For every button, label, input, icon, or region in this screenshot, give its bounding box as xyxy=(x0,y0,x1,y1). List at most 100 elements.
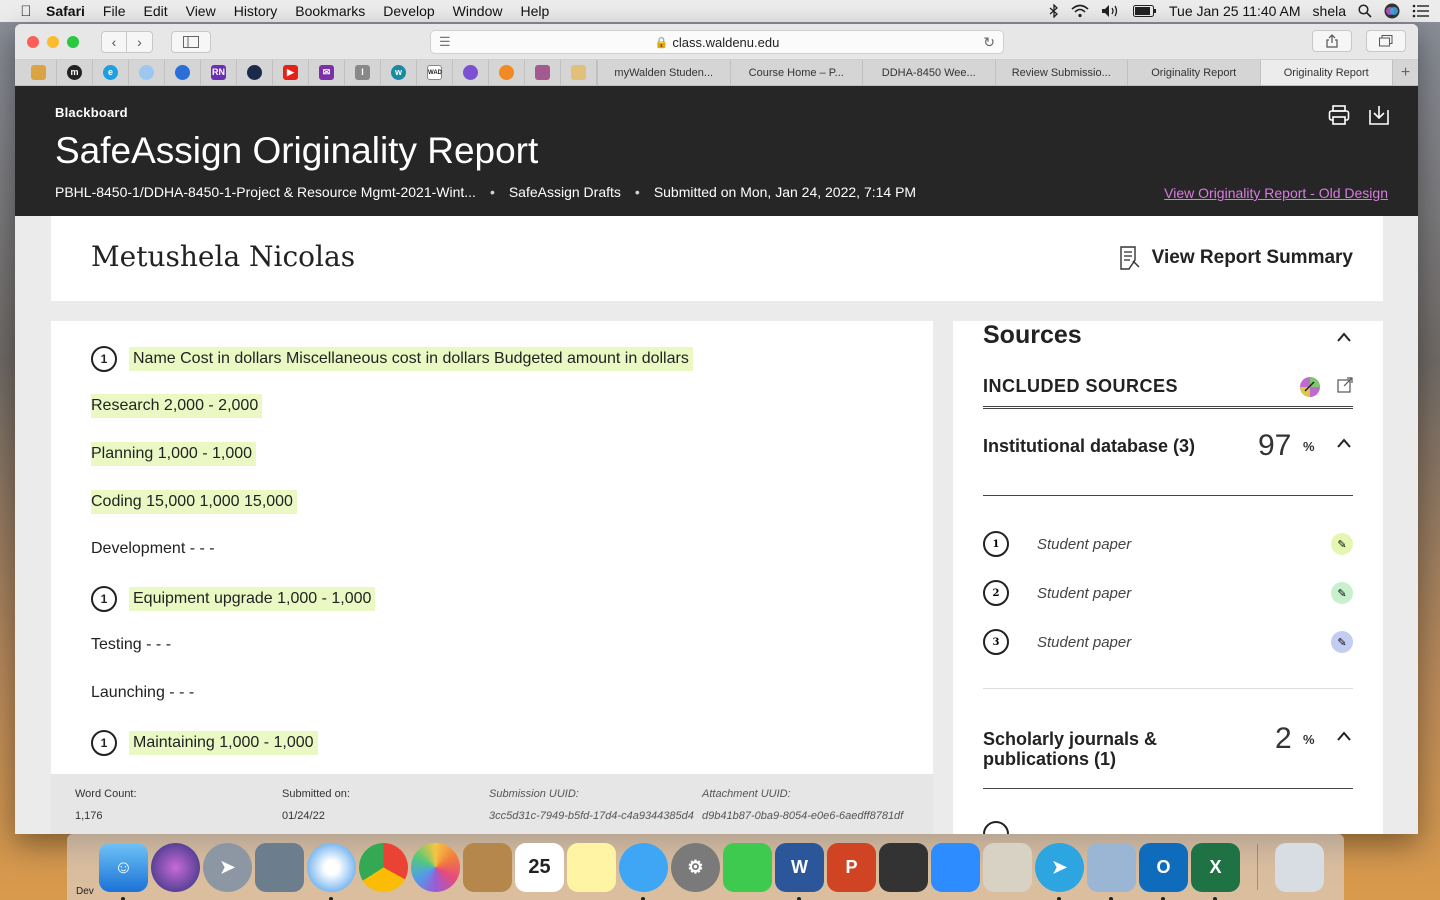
finder-icon[interactable]: ☺ xyxy=(99,842,148,900)
favorite-16[interactable] xyxy=(561,59,597,86)
tab-ddha-8450[interactable]: DDHA-8450 Wee... xyxy=(862,60,995,85)
print-icon[interactable] xyxy=(1328,104,1350,126)
zoom-icon[interactable] xyxy=(931,842,980,892)
source-item[interactable]: 1 Student paper ✎ xyxy=(983,531,1353,557)
menu-file[interactable]: File xyxy=(103,3,126,19)
citation-marker[interactable]: 1 xyxy=(91,586,117,612)
citation-marker[interactable]: 1 xyxy=(91,730,117,756)
favorite-7[interactable] xyxy=(237,59,273,86)
trash-icon[interactable] xyxy=(1275,842,1324,892)
zoom-window-button[interactable] xyxy=(67,35,79,48)
user-name[interactable]: shela xyxy=(1313,3,1346,19)
siri-icon[interactable] xyxy=(151,842,200,892)
source-item[interactable]: 3 Student paper ✎ xyxy=(983,629,1353,655)
share-button[interactable] xyxy=(1312,30,1352,52)
contacts-icon[interactable] xyxy=(463,842,512,892)
favorite-1[interactable] xyxy=(21,59,57,86)
excel-icon[interactable]: X xyxy=(1191,842,1240,900)
menu-bookmarks[interactable]: Bookmarks xyxy=(295,3,365,19)
highlighter-icon[interactable]: ✎ xyxy=(1331,631,1353,653)
new-tab-button[interactable]: + xyxy=(1392,60,1418,85)
address-bar[interactable]: ☰ 🔒 class.waldenu.edu ↻ xyxy=(430,30,1004,54)
source-group-title[interactable]: Scholarly journals & publications (1) xyxy=(983,729,1223,769)
download-icon[interactable] xyxy=(1368,104,1390,126)
messages-icon[interactable] xyxy=(619,842,668,900)
old-design-link[interactable]: View Originality Report - Old Design xyxy=(1164,185,1388,201)
favorite-3[interactable]: e xyxy=(93,59,129,86)
system-preferences-icon[interactable]: ⚙ xyxy=(671,842,720,892)
clock[interactable]: Tue Jan 25 11:40 AM xyxy=(1169,3,1301,19)
highlighted-text[interactable]: Planning 1,000 - 1,000 xyxy=(91,442,257,466)
reload-icon[interactable]: ↻ xyxy=(983,34,995,51)
favorite-2[interactable]: m xyxy=(57,59,93,86)
source-item[interactable] xyxy=(983,821,1353,834)
tab-originality-report-1[interactable]: Originality Report xyxy=(1127,60,1260,85)
outlook-icon[interactable]: O xyxy=(1139,842,1188,900)
source-label[interactable]: Student paper xyxy=(1037,634,1131,651)
tab-overview-button[interactable] xyxy=(1366,30,1406,52)
desktop-item-label[interactable]: Dev xyxy=(76,886,94,897)
chevron-up-icon[interactable] xyxy=(1337,437,1351,451)
tab-review-submission[interactable]: Review Submissio... xyxy=(994,60,1128,85)
telegram-icon[interactable]: ➤ xyxy=(1035,842,1084,900)
highlighted-text[interactable]: Coding 15,000 1,000 15,000 xyxy=(91,490,297,514)
source-group-title[interactable]: Institutional database (3) xyxy=(983,436,1223,456)
expand-icon[interactable] xyxy=(1337,377,1353,393)
chevron-up-icon[interactable] xyxy=(1337,331,1351,345)
reader-view-icon[interactable]: ☰ xyxy=(439,34,451,50)
favorite-6[interactable]: RN xyxy=(201,59,237,86)
favorite-9[interactable]: ✉ xyxy=(309,59,345,86)
launchpad-icon[interactable]: ➤ xyxy=(203,842,252,892)
calculator-icon[interactable] xyxy=(983,842,1032,892)
favorite-8[interactable]: ▶ xyxy=(273,59,309,86)
menu-window[interactable]: Window xyxy=(453,3,503,19)
menu-develop[interactable]: Develop xyxy=(383,3,434,19)
favorite-12[interactable]: WAD xyxy=(417,59,453,86)
siri-icon[interactable] xyxy=(1384,3,1400,19)
sidebar-toggle-button[interactable] xyxy=(171,30,211,53)
favorite-5[interactable] xyxy=(165,59,201,86)
highlighted-text[interactable]: Research 2,000 - 2,000 xyxy=(91,394,263,418)
wifi-icon[interactable] xyxy=(1071,4,1089,18)
safari-icon[interactable] xyxy=(307,842,356,900)
menu-app-safari[interactable]: Safari xyxy=(46,3,85,19)
chrome-icon[interactable] xyxy=(359,842,408,892)
source-label[interactable]: Student paper xyxy=(1037,585,1131,602)
citation-marker[interactable]: 1 xyxy=(91,346,117,372)
source-item[interactable]: 2 Student paper ✎ xyxy=(983,580,1353,606)
notification-center-icon[interactable] xyxy=(1412,4,1430,18)
tab-originality-report-2[interactable]: Originality Report xyxy=(1259,60,1392,85)
menu-edit[interactable]: Edit xyxy=(143,3,167,19)
preview-icon[interactable] xyxy=(255,842,304,892)
tab-mywalden[interactable]: myWalden Studen... xyxy=(597,60,730,85)
photos-icon[interactable] xyxy=(411,842,460,892)
notes-icon[interactable] xyxy=(567,842,616,892)
highlighter-icon[interactable]: ✎ xyxy=(1331,533,1353,555)
calendar-icon[interactable]: 25 xyxy=(515,842,564,892)
favorite-4[interactable] xyxy=(129,59,165,86)
multi-color-highlight-icon[interactable] xyxy=(1299,376,1321,398)
favorite-10[interactable]: I xyxy=(345,59,381,86)
facetime-icon[interactable] xyxy=(723,842,772,892)
back-button[interactable]: ‹ xyxy=(101,30,127,53)
forward-button[interactable]: › xyxy=(127,30,153,53)
bluetooth-icon[interactable] xyxy=(1049,4,1059,18)
favorite-15[interactable] xyxy=(525,59,561,86)
url-text[interactable]: class.waldenu.edu xyxy=(672,35,779,50)
close-window-button[interactable] xyxy=(27,35,39,48)
menu-help[interactable]: Help xyxy=(520,3,549,19)
chevron-up-icon[interactable] xyxy=(1337,730,1351,744)
word-icon[interactable]: W xyxy=(775,842,824,900)
menu-history[interactable]: History xyxy=(234,3,278,19)
spotlight-search-icon[interactable] xyxy=(1358,4,1372,18)
favorite-13[interactable] xyxy=(453,59,489,86)
highlighted-text[interactable]: Name Cost in dollars Miscellaneous cost … xyxy=(129,347,693,371)
menu-view[interactable]: View xyxy=(186,3,216,19)
printer-icon[interactable] xyxy=(879,842,928,892)
powerpoint-icon[interactable]: P xyxy=(827,842,876,892)
tab-course-home[interactable]: Course Home – P... xyxy=(729,60,863,85)
highlighted-text[interactable]: Maintaining 1,000 - 1,000 xyxy=(129,731,318,755)
highlighter-icon[interactable]: ✎ xyxy=(1331,582,1353,604)
favorite-11[interactable]: w xyxy=(381,59,417,86)
battery-icon[interactable] xyxy=(1133,5,1157,17)
